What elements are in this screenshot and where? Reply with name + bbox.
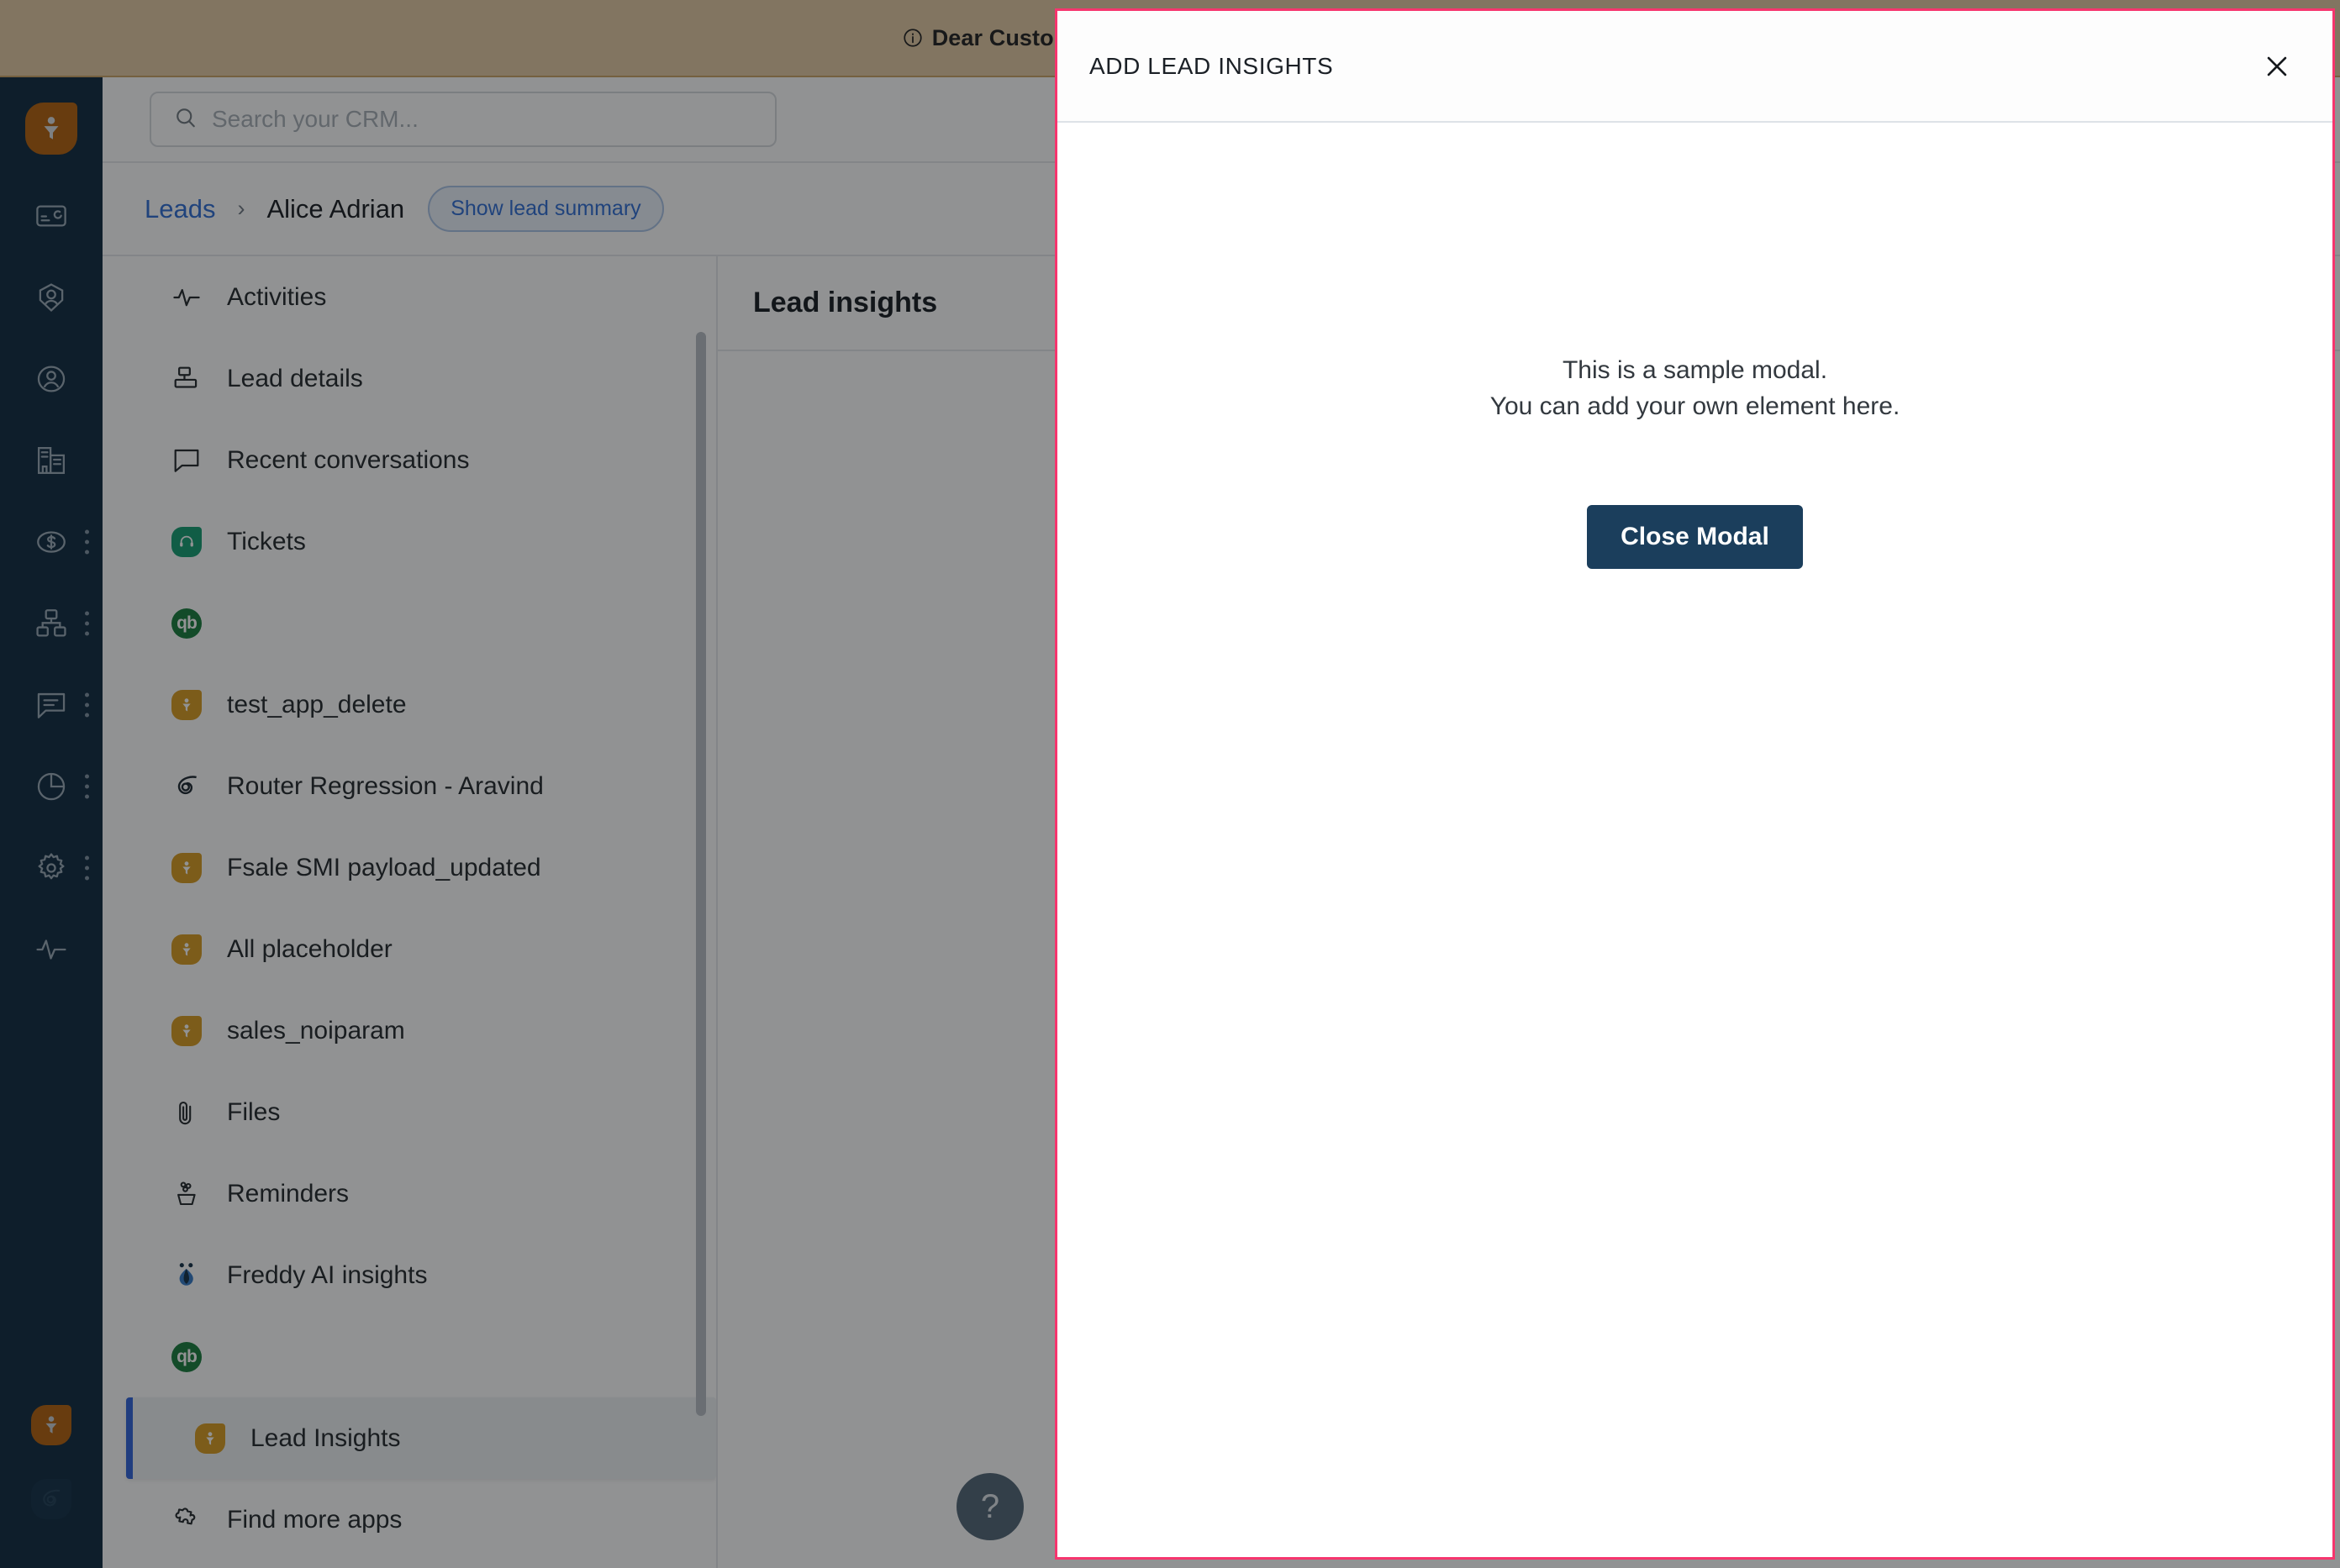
close-icon[interactable] [2252,41,2302,92]
modal-title: ADD LEAD INSIGHTS [1089,52,1334,79]
modal-body: This is a sample modal. You can add your… [1057,123,2332,1557]
modal-header: ADD LEAD INSIGHTS [1057,11,2332,123]
close-modal-button[interactable]: Close Modal [1587,505,1803,570]
add-lead-insights-modal: ADD LEAD INSIGHTS This is a sample modal… [1055,8,2335,1560]
modal-body-line-1: This is a sample modal. [1562,356,1828,384]
modal-body-line-2: You can add your own element here. [1489,392,1900,420]
